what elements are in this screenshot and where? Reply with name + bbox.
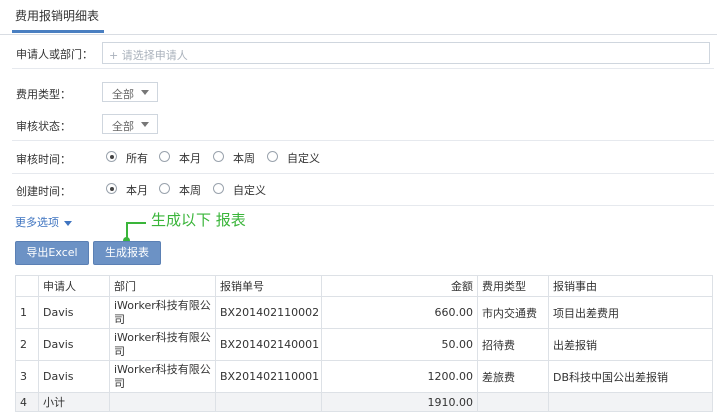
department-cell: iWorker科技有限公司 [109,328,216,361]
more-options-label: 更多选项 [15,216,59,229]
amount-cell: 50.00 [321,328,478,361]
filter-form: 申请人或部门： + 请选择申请人 费用类型： 全部 审核状态： 全部 审核时间：… [12,36,714,236]
column-header: 报销单号 [215,275,322,297]
annotation-text: 生成以下 报表 [151,211,246,229]
table-row[interactable]: 3 Davis iWorker科技有限公司 BX201402110001 120… [15,360,713,393]
chevron-down-icon [64,220,72,226]
voucher-number-cell: BX201402140001 [215,328,322,361]
radio-label: 本周 [179,184,201,197]
applicant-cell: Davis [38,296,110,329]
expense-type-label: 费用类型： [16,88,71,101]
column-header: 申请人 [38,275,110,297]
created-time-row: 创建时间： 本月 本周 自定义 [12,173,714,206]
expense-type-cell: 招待费 [477,328,549,361]
active-tab-indicator [12,30,104,33]
amount-cell: 1200.00 [321,360,478,393]
radio-label: 本周 [233,152,255,165]
voucher-number-cell: BX201402110002 [215,296,322,329]
annotation-arrow [126,222,146,224]
voucher-number-cell: BX201402110001 [215,360,322,393]
radio-selected-icon [106,183,117,194]
expense-type-select[interactable]: 全部 [102,82,158,102]
chevron-down-icon [141,90,149,95]
row-index: 1 [15,296,39,329]
radio-icon [267,151,278,162]
table-header-row: 申请人 部门 报销单号 金额 费用类型 报销事由 [15,275,713,297]
empty-cell [109,392,216,412]
table-row[interactable]: 1 Davis iWorker科技有限公司 BX201402110002 660… [15,296,713,329]
reason-cell: 项目出差费用 [548,296,713,329]
amount-cell: 660.00 [321,296,478,329]
review-status-label: 审核状态： [16,120,71,133]
applicant-cell: Davis [38,328,110,361]
radio-label: 本月 [126,184,148,197]
review-time-row: 审核时间： 所有 本月 本周 自定义 [12,141,714,174]
radio-icon [159,151,170,162]
radio-icon [159,183,170,194]
department-cell: iWorker科技有限公司 [109,296,216,329]
row-index: 2 [15,328,39,361]
top-bar: 费用报销明细表 [0,0,717,35]
radio-label: 所有 [126,152,148,165]
expense-type-row: 费用类型： 全部 [12,76,714,108]
reason-cell: DB科技中国公出差报销 [548,360,713,393]
created-time-label: 创建时间： [16,185,71,198]
subtotal-label: 小计 [38,392,110,412]
radio-label: 自定义 [287,152,320,165]
empty-cell [548,392,713,412]
review-time-label: 审核时间： [16,153,71,166]
applicant-row: 申请人或部门： + 请选择申请人 [12,36,714,69]
row-index: 3 [15,360,39,393]
column-header [15,275,39,297]
radio-icon [213,183,224,194]
generate-report-button[interactable]: 生成报表 [93,241,161,265]
applicant-picker[interactable]: + 请选择申请人 [102,42,710,64]
empty-cell [477,392,549,412]
expense-type-cell: 市内交通费 [477,296,549,329]
radio-icon [213,151,224,162]
more-options-link[interactable]: 更多选项 [15,214,72,230]
report-table: 申请人 部门 报销单号 金额 费用类型 报销事由 1 Davis iWorker… [15,275,713,412]
column-header: 金额 [321,275,478,297]
applicant-label: 申请人或部门： [16,48,93,61]
radio-label: 本月 [179,152,201,165]
chevron-down-icon [141,122,149,127]
export-excel-button[interactable]: 导出Excel [15,241,89,265]
column-header: 部门 [109,275,216,297]
applicant-cell: Davis [38,360,110,393]
review-status-select[interactable]: 全部 [102,114,158,134]
expense-type-value: 全部 [112,88,134,101]
column-header: 报销事由 [548,275,713,297]
applicant-placeholder: + 请选择申请人 [109,49,188,62]
subtotal-row: 4 小计 1910.00 [15,392,713,412]
review-status-value: 全部 [112,120,134,133]
subtotal-amount: 1910.00 [321,392,478,412]
table-row[interactable]: 2 Davis iWorker科技有限公司 BX201402140001 50.… [15,328,713,361]
department-cell: iWorker科技有限公司 [109,360,216,393]
expense-type-cell: 差旅费 [477,360,549,393]
row-index: 4 [15,392,39,412]
reason-cell: 出差报销 [548,328,713,361]
radio-label: 自定义 [233,184,266,197]
review-status-row: 审核状态： 全部 [12,108,714,141]
column-header: 费用类型 [477,275,549,297]
empty-cell [215,392,322,412]
radio-selected-icon [106,151,117,162]
page-title[interactable]: 费用报销明细表 [15,7,99,24]
